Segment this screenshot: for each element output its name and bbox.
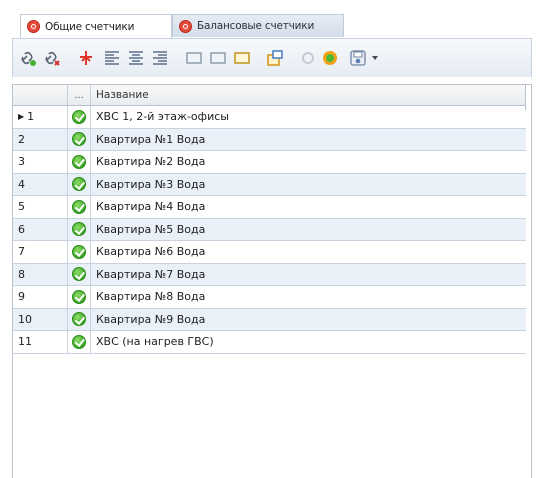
save-icon[interactable] <box>349 49 367 67</box>
table-row[interactable]: 2 Квартира №1 Вода <box>13 128 526 151</box>
status-cell <box>68 263 91 285</box>
status-cell <box>68 128 91 150</box>
check-ok-icon <box>72 334 86 349</box>
check-ok-icon <box>72 312 86 327</box>
row-pointer-icon: ▶ <box>18 112 25 122</box>
table-row[interactable]: 5 Квартира №4 Вода <box>13 196 526 219</box>
row-name: Квартира №4 Вода <box>96 200 206 214</box>
toolbar <box>12 39 532 77</box>
row-number: 3 <box>13 151 68 173</box>
circle-green-icon[interactable] <box>321 49 339 67</box>
frame-right-icon[interactable] <box>233 49 251 67</box>
status-cell <box>68 106 91 128</box>
table-row[interactable]: ▶ 1 ХВС 1, 2-й этаж-офисы <box>13 106 526 129</box>
status-cell <box>68 331 91 353</box>
table-row[interactable]: 6 Квартира №5 Вода <box>13 218 526 241</box>
window-icon[interactable] <box>266 49 284 67</box>
check-ok-icon <box>72 267 86 282</box>
tab-bar: Общие счетчики Балансовые счетчики <box>12 8 532 39</box>
status-cell <box>68 151 91 173</box>
link-add-icon[interactable] <box>19 49 37 67</box>
row-number: 6 <box>13 218 68 240</box>
row-name: Квартира №8 Вода <box>96 290 206 304</box>
table-row[interactable]: 8 Квартира №7 Вода <box>13 263 526 286</box>
table-row[interactable]: 9 Квартира №8 Вода <box>13 286 526 309</box>
check-ok-icon <box>72 109 86 124</box>
row-number: 4 <box>13 173 68 195</box>
tab-label: Общие счетчики <box>45 20 135 33</box>
frame-middle-icon[interactable] <box>209 49 227 67</box>
row-name: Квартира №3 Вода <box>96 177 206 191</box>
column-header-name[interactable]: Название <box>91 85 526 105</box>
check-ok-icon <box>72 244 86 259</box>
check-ok-icon <box>72 222 86 237</box>
row-number: 11 <box>13 331 68 353</box>
circle-disabled-icon[interactable] <box>299 49 317 67</box>
row-name: Квартира №6 Вода <box>96 245 206 259</box>
row-name: Квартира №2 Вода <box>96 155 206 169</box>
frame-left-icon[interactable] <box>185 49 203 67</box>
row-number: 8 <box>13 263 68 285</box>
check-ok-icon <box>72 289 86 304</box>
check-ok-icon <box>72 154 86 169</box>
tab-label: Балансовые счетчики <box>197 20 315 32</box>
table-row[interactable]: 3 Квартира №2 Вода <box>13 151 526 174</box>
tab-balance-meters[interactable]: Балансовые счетчики <box>172 14 344 37</box>
row-name: ХВС (на нагрев ГВС) <box>96 335 214 349</box>
status-cell <box>68 173 91 195</box>
status-cell <box>68 286 91 308</box>
table-row[interactable]: 11 ХВС (на нагрев ГВС) <box>13 331 526 354</box>
row-name: Квартира №7 Вода <box>96 267 206 281</box>
row-name: ХВС 1, 2-й этаж-офисы <box>96 110 229 124</box>
column-header-number[interactable] <box>13 85 68 105</box>
pin-icon[interactable] <box>77 49 95 67</box>
table-row[interactable]: 4 Квартира №3 Вода <box>13 173 526 196</box>
row-number-cell: ▶ 1 <box>13 106 68 128</box>
row-name: Квартира №1 Вода <box>96 132 206 146</box>
link-remove-icon[interactable] <box>43 49 61 67</box>
row-number: 1 <box>27 110 35 124</box>
check-ok-icon <box>72 199 86 214</box>
dropdown-arrow-icon[interactable] <box>369 49 381 67</box>
row-name: Квартира №9 Вода <box>96 312 206 326</box>
status-cell <box>68 218 91 240</box>
align-right-icon[interactable] <box>151 49 169 67</box>
meter-icon <box>27 20 40 33</box>
align-center-icon[interactable] <box>127 49 145 67</box>
status-cell <box>68 241 91 263</box>
table-row[interactable]: 7 Квартира №6 Вода <box>13 241 526 264</box>
tab-common-meters[interactable]: Общие счетчики <box>20 14 172 38</box>
check-ok-icon <box>72 132 86 147</box>
grid-header-divider <box>525 84 526 110</box>
row-number: 10 <box>13 308 68 330</box>
row-number: 2 <box>13 128 68 150</box>
align-left-icon[interactable] <box>103 49 121 67</box>
column-header-status[interactable]: ... <box>68 85 91 105</box>
row-number: 7 <box>13 241 68 263</box>
row-number: 5 <box>13 196 68 218</box>
status-cell <box>68 196 91 218</box>
row-name: Квартира №5 Вода <box>96 222 206 236</box>
table-row[interactable]: 10 Квартира №9 Вода <box>13 308 526 331</box>
status-cell <box>68 308 91 330</box>
grid-header: ... Название <box>13 85 526 106</box>
meter-icon <box>179 19 192 33</box>
meters-grid: ... Название ▶ 1 ХВС 1, 2-й этаж-офисы 2… <box>12 84 532 478</box>
check-ok-icon <box>72 177 86 192</box>
row-number: 9 <box>13 286 68 308</box>
